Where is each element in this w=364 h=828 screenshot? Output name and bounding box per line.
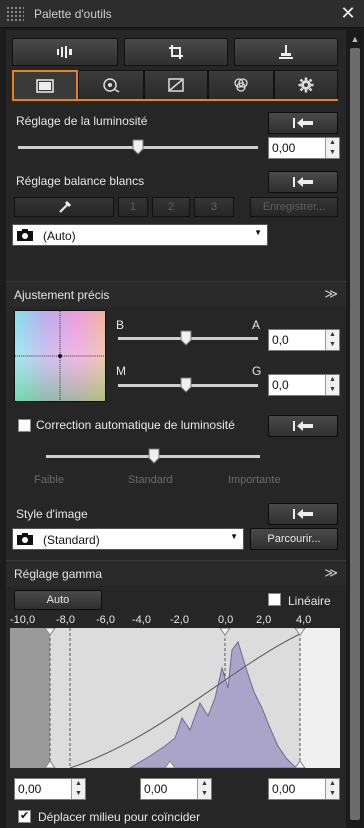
gamma-scale-label: -10,0	[10, 614, 36, 626]
brightness-stepper[interactable]: ▲ ▼	[325, 138, 339, 158]
axis-m-label: M	[116, 364, 126, 378]
gamma-scale-label: -2,0	[170, 614, 189, 626]
axis-a-label: A	[252, 318, 261, 332]
gamma-scale-label: -6,0	[96, 614, 115, 626]
tone-tab-icon	[168, 78, 184, 92]
stamp-icon	[279, 45, 293, 59]
reset-icon	[293, 509, 313, 519]
brightness-slider-thumb[interactable]	[132, 139, 144, 155]
gamma-mid-input[interactable]: 0,00 ▲ ▼	[140, 778, 212, 800]
auto-lighting-checkbox[interactable]	[18, 419, 31, 432]
ba-stepper[interactable]: ▲ ▼	[325, 330, 339, 350]
tab-settings[interactable]	[274, 70, 338, 100]
ba-slider-thumb[interactable]	[180, 330, 192, 346]
gamma-mid-stepper[interactable]: ▲ ▼	[197, 779, 211, 799]
eyedropper-button[interactable]	[14, 197, 114, 217]
wb-preset-1-button[interactable]: 1	[118, 197, 148, 217]
level-standard-label: Standard	[128, 474, 173, 486]
auto-lighting-reset-button[interactable]	[268, 415, 338, 437]
fine-tune-section-header[interactable]: Ajustement précis ≫	[6, 281, 346, 307]
gamma-white-input[interactable]: 0,00 ▲ ▼	[268, 778, 340, 800]
collapse-icon[interactable]: ≫	[324, 286, 338, 302]
gamma-black-stepper[interactable]: ▲ ▼	[71, 779, 85, 799]
brightness-tab-icon	[36, 79, 54, 93]
level-high-label: Importante	[228, 474, 281, 486]
collapse-icon[interactable]: ≫	[324, 565, 338, 581]
stamp-button[interactable]	[234, 38, 338, 66]
highlight-clip-zone	[300, 628, 340, 768]
midpoint-checkbox[interactable]	[18, 809, 31, 823]
title-bar[interactable]: Palette d'outils ✕	[0, 0, 364, 28]
camera-icon	[17, 229, 33, 241]
dropdown-arrow-icon: ▼	[230, 532, 238, 541]
lens-tab-icon	[103, 78, 120, 93]
camera-icon	[17, 533, 33, 545]
crop-icon	[169, 45, 183, 59]
axis-b-label: B	[116, 318, 125, 332]
white-balance-reset-button[interactable]	[268, 171, 338, 193]
reset-icon	[293, 421, 313, 431]
eyedropper-icon	[59, 200, 72, 213]
tab-tone[interactable]	[144, 70, 208, 100]
tab-accent-line	[12, 99, 338, 101]
crop-button[interactable]	[124, 38, 228, 66]
axis-g-label: G	[252, 364, 262, 378]
picture-style-reset-button[interactable]	[268, 503, 338, 525]
auto-lighting-slider-thumb[interactable]	[148, 448, 160, 464]
mg-stepper[interactable]: ▲ ▼	[325, 375, 339, 395]
reset-icon	[293, 177, 313, 187]
mg-value-input[interactable]: 0,0 ▲ ▼	[268, 374, 340, 396]
reset-icon	[293, 118, 313, 128]
tab-brightness[interactable]	[12, 70, 78, 100]
gamma-black-input[interactable]: 0,00 ▲ ▼	[14, 778, 86, 800]
window-title: Palette d'outils	[34, 7, 112, 21]
gamma-auto-button[interactable]: Auto	[14, 590, 102, 610]
browse-button[interactable]: Parcourir...	[250, 528, 338, 550]
tool-tabs	[12, 70, 338, 100]
midpoint-label: Déplacer milieu pour coïncider	[38, 810, 201, 824]
color-picker-grid[interactable]	[14, 310, 106, 402]
linear-checkbox[interactable]	[268, 593, 281, 606]
tab-lens[interactable]	[78, 70, 144, 100]
picture-style-label: Style d'image	[16, 507, 88, 521]
shadow-clip-zone	[10, 628, 50, 768]
gamma-histogram[interactable]	[10, 628, 340, 768]
scrollbar[interactable]: ▲	[348, 30, 362, 826]
gamma-scale-label: -8,0	[56, 614, 75, 626]
histogram-icon	[57, 46, 72, 58]
brightness-label: Réglage de la luminosité	[16, 114, 148, 128]
ba-value-input[interactable]: 0,0 ▲ ▼	[268, 329, 340, 351]
gamma-section-header[interactable]: Réglage gamma ≫	[6, 560, 346, 586]
brightness-reset-button[interactable]	[268, 112, 338, 134]
gamma-scale-label: -4,0	[132, 614, 151, 626]
scroll-up-icon[interactable]: ▲	[348, 32, 362, 46]
histogram-button[interactable]	[12, 38, 118, 66]
tab-color[interactable]	[208, 70, 274, 100]
picture-style-select[interactable]: (Standard) ▼	[12, 528, 244, 550]
settings-tab-icon	[298, 77, 314, 93]
wb-preset-2-button[interactable]: 2	[152, 197, 190, 217]
close-icon[interactable]: ✕	[338, 3, 358, 23]
auto-lighting-label: Correction automatique de luminosité	[36, 418, 235, 432]
grip-icon[interactable]	[6, 6, 24, 22]
wb-preset-3-button[interactable]: 3	[194, 197, 234, 217]
wb-save-button[interactable]: Enregistrer...	[250, 197, 338, 217]
gamma-scale-label: 0,0	[218, 614, 234, 626]
linear-label: Linéaire	[288, 594, 331, 608]
level-low-label: Faible	[34, 474, 64, 486]
mg-slider-thumb[interactable]	[180, 377, 192, 393]
scroll-thumb[interactable]	[350, 48, 360, 820]
gamma-white-stepper[interactable]: ▲ ▼	[325, 779, 339, 799]
gamma-scale-label: 4,0	[296, 614, 312, 626]
gamma-scale-label: 2,0	[256, 614, 272, 626]
white-balance-label: Réglage balance blancs	[16, 174, 145, 188]
dropdown-arrow-icon: ▼	[254, 228, 262, 237]
color-tab-icon	[234, 78, 248, 92]
brightness-value-input[interactable]: 0,00 ▲ ▼	[268, 137, 340, 159]
white-balance-select[interactable]: (Auto) ▼	[12, 224, 268, 246]
